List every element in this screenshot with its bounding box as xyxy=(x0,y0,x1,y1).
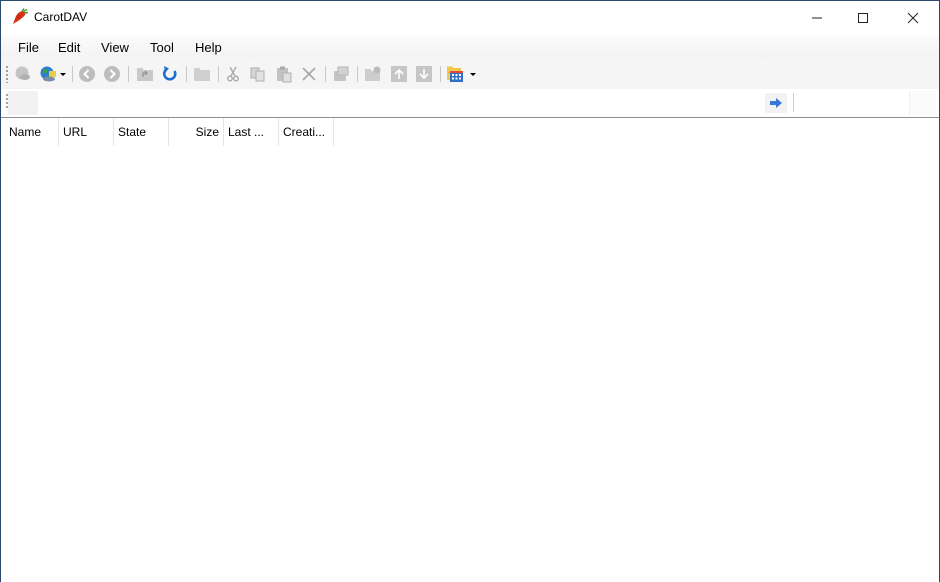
addressbar-separator xyxy=(793,93,794,112)
file-list[interactable]: Name URL State Size Last ... Creati... xyxy=(1,117,939,582)
menu-edit[interactable]: Edit xyxy=(58,40,80,55)
go-button[interactable] xyxy=(765,93,787,113)
view-mode-button[interactable] xyxy=(445,64,465,84)
folder-settings-icon xyxy=(365,66,381,81)
menu-tool[interactable]: Tool xyxy=(150,40,174,55)
download-button[interactable] xyxy=(414,64,434,84)
forward-button[interactable] xyxy=(102,64,122,84)
copy-button[interactable] xyxy=(248,64,268,84)
paste-icon xyxy=(277,66,292,83)
title-bar[interactable]: CarotDAV xyxy=(1,1,939,34)
cut-icon xyxy=(227,66,239,82)
download-icon xyxy=(416,66,432,82)
maximize-button[interactable] xyxy=(840,1,886,34)
toolbar-grip[interactable] xyxy=(6,65,8,83)
delete-icon xyxy=(302,67,316,81)
minimize-button[interactable] xyxy=(794,1,840,34)
back-icon xyxy=(79,66,95,82)
column-header-last-modified[interactable]: Last ... xyxy=(224,118,279,146)
go-arrow-icon xyxy=(770,98,782,108)
menu-view[interactable]: View xyxy=(101,40,129,55)
upload-button[interactable] xyxy=(389,64,409,84)
column-header-name[interactable]: Name xyxy=(5,118,59,146)
toolbar-separator xyxy=(128,66,129,82)
menu-help[interactable]: Help xyxy=(195,40,222,55)
address-input[interactable] xyxy=(39,91,759,113)
connect-dropdown-arrow[interactable] xyxy=(60,73,66,76)
disconnect-icon xyxy=(15,66,30,80)
addressbar-end xyxy=(909,91,936,115)
refresh-icon xyxy=(162,66,177,81)
menu-bar: File Edit View Tool Help xyxy=(1,35,939,59)
close-button[interactable] xyxy=(890,1,936,34)
column-header-size[interactable]: Size xyxy=(169,118,224,146)
disconnect-button[interactable] xyxy=(13,64,33,84)
new-folder-button[interactable] xyxy=(192,64,212,84)
new-folder-icon xyxy=(194,68,210,81)
menu-file[interactable]: File xyxy=(18,40,39,55)
up-folder-button[interactable] xyxy=(135,64,155,84)
toolbar-separator xyxy=(186,66,187,82)
back-button[interactable] xyxy=(77,64,97,84)
column-header-state[interactable]: State xyxy=(114,118,169,146)
folder-settings-button[interactable] xyxy=(363,64,383,84)
toolbar-separator xyxy=(72,66,73,82)
column-header-url[interactable]: URL xyxy=(59,118,114,146)
column-header-creation[interactable]: Creati... xyxy=(279,118,334,146)
address-label-area xyxy=(8,91,38,115)
connect-globe-icon xyxy=(40,66,56,82)
delete-button[interactable] xyxy=(299,64,319,84)
toolbar-separator xyxy=(218,66,219,82)
window-title: CarotDAV xyxy=(34,10,88,24)
close-icon xyxy=(907,12,919,23)
toolbar xyxy=(1,59,939,89)
connect-button[interactable] xyxy=(38,64,58,84)
copy-icon xyxy=(250,67,265,82)
properties-button[interactable] xyxy=(331,64,351,84)
refresh-button[interactable] xyxy=(160,64,180,84)
up-folder-icon xyxy=(137,68,153,81)
forward-icon xyxy=(104,66,120,82)
toolbar-separator xyxy=(357,66,358,82)
maximize-icon xyxy=(858,12,868,23)
app-window: CarotDAV File Edit View Tool Help Name U… xyxy=(0,0,940,582)
minimize-icon xyxy=(812,17,822,18)
cut-button[interactable] xyxy=(223,64,243,84)
address-bar xyxy=(1,89,939,116)
toolbar-separator xyxy=(325,66,326,82)
properties-icon xyxy=(334,66,349,81)
paste-button[interactable] xyxy=(274,64,294,84)
view-mode-dropdown-arrow[interactable] xyxy=(470,73,476,76)
toolbar-separator xyxy=(440,66,441,82)
carrot-icon xyxy=(13,8,29,24)
search-input[interactable] xyxy=(796,91,908,113)
view-mode-icon xyxy=(447,66,463,82)
upload-icon xyxy=(391,66,407,82)
